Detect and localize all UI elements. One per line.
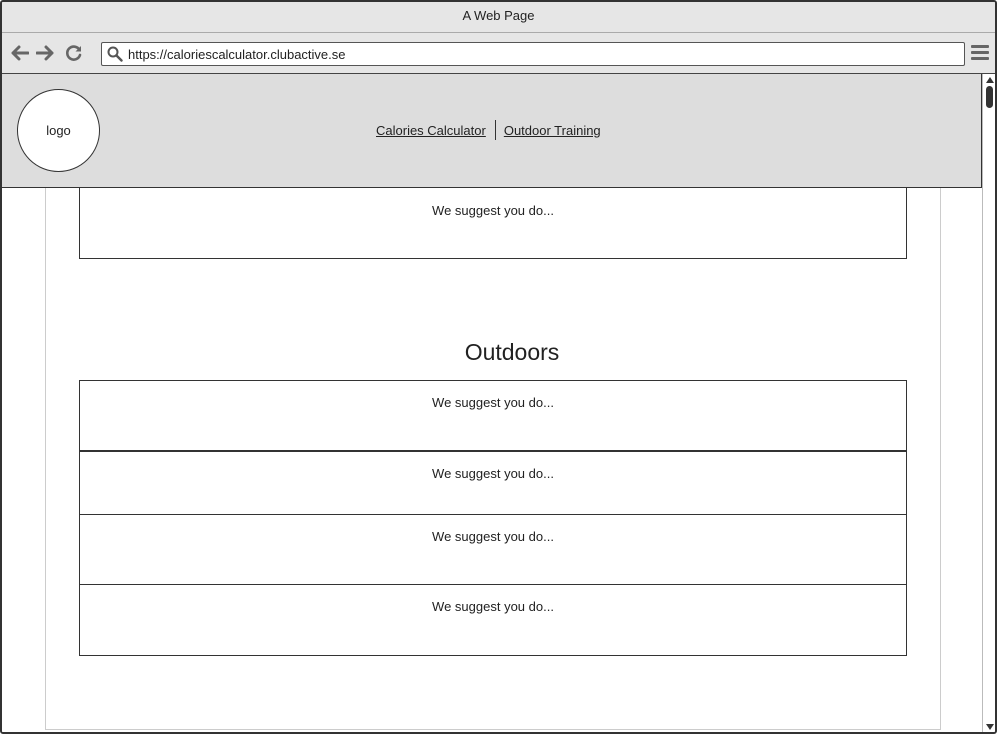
section-title-outdoors: Outdoors (464, 339, 560, 365)
vertical-scrollbar[interactable] (982, 74, 995, 732)
browser-menu-button[interactable] (971, 45, 989, 63)
scroll-thumb[interactable] (986, 86, 993, 108)
arrow-right-icon (36, 45, 54, 61)
logo[interactable]: logo (17, 89, 100, 172)
outdoor-suggestion-box: We suggest you do... (79, 380, 907, 451)
nav-divider (494, 120, 496, 140)
outdoor-suggestion-box: We suggest you do... (79, 451, 907, 515)
window-title: A Web Page (2, 2, 995, 33)
main-nav: Calories Calculator Outdoor Training (376, 120, 601, 140)
page-viewport[interactable]: logo Calories Calculator Outdoor Trainin… (2, 74, 982, 732)
search-icon (107, 46, 123, 62)
browser-window: A Web Page https://caloriescalculator.cl… (0, 0, 997, 734)
nav-link-calories-calculator[interactable]: Calories Calculator (376, 123, 486, 138)
nav-link-outdoor-training[interactable]: Outdoor Training (504, 123, 601, 138)
scroll-up-arrow-icon[interactable] (986, 77, 994, 83)
browser-toolbar (2, 33, 995, 74)
reload-button[interactable] (64, 43, 84, 63)
address-bar[interactable] (101, 42, 965, 66)
outdoor-suggestion-box: We suggest you do... (79, 514, 907, 585)
scroll-down-arrow-icon[interactable] (986, 724, 994, 730)
hamburger-menu-icon (971, 45, 989, 48)
back-button[interactable] (10, 43, 30, 63)
forward-button[interactable] (35, 43, 55, 63)
arrow-left-icon (11, 45, 29, 61)
url-input[interactable] (128, 45, 948, 63)
outdoor-suggestion-box: We suggest you do... (79, 584, 907, 656)
site-header: logo Calories Calculator Outdoor Trainin… (2, 74, 982, 188)
suggestion-box: We suggest you do... (79, 188, 907, 259)
reload-icon (66, 45, 82, 61)
